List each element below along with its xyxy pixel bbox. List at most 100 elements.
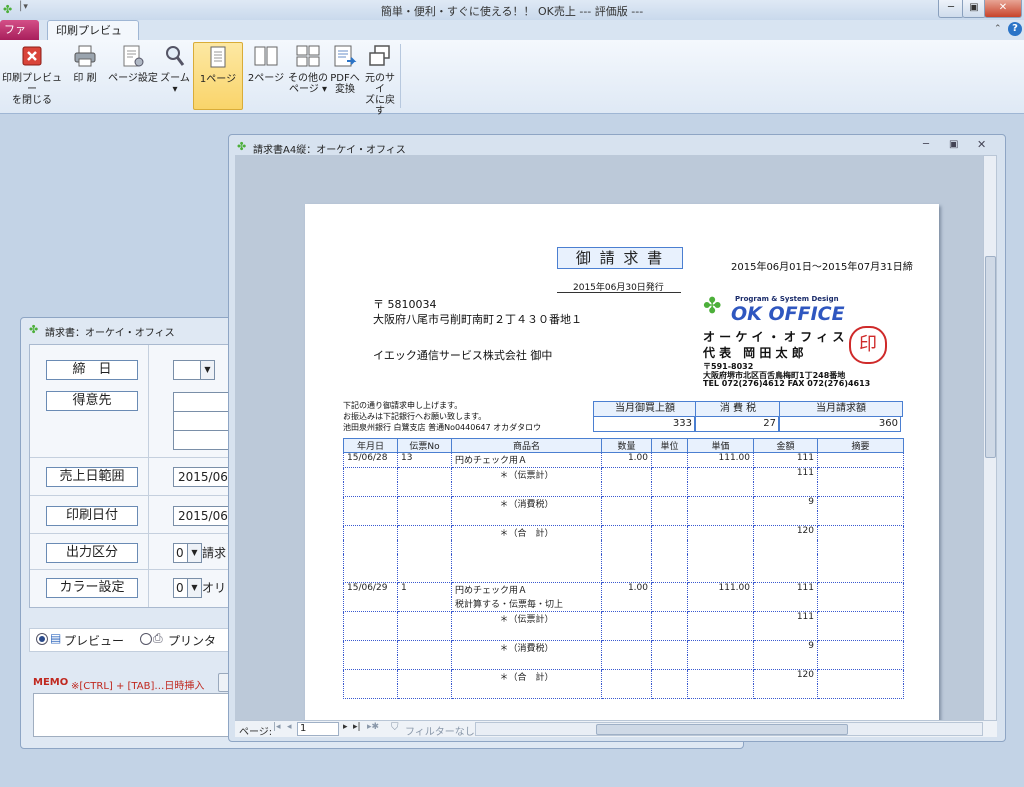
- tab-print-preview[interactable]: 印刷プレビュー: [47, 20, 139, 57]
- close-preview-label: 印刷プレビュー: [2, 73, 62, 95]
- cell-price: 111.00: [687, 582, 754, 597]
- collapse-ribbon-icon[interactable]: ⌃: [994, 24, 1002, 34]
- preview-minimize-icon[interactable]: ─: [923, 139, 929, 150]
- more-pages-icon: [296, 45, 320, 67]
- horizontal-scrollbar[interactable]: [475, 722, 983, 736]
- table-row: [343, 626, 904, 641]
- memo-label: MEMO: [33, 677, 69, 688]
- prev-page-icon[interactable]: ◂: [287, 722, 292, 732]
- cell-no: [397, 511, 452, 526]
- cell-qty: [601, 482, 652, 497]
- restore-size-label: 元のサイ: [365, 73, 395, 95]
- chevron-down-icon[interactable]: ▼: [187, 579, 201, 597]
- preview-window-title: 請求書A4縦：オーケイ・オフィス: [253, 145, 406, 156]
- tab-file[interactable]: ファイル: [0, 20, 39, 56]
- close-icon[interactable]: ✕: [984, 0, 1022, 18]
- page-setup-button[interactable]: ページ設定: [108, 42, 158, 108]
- cell-date: [343, 611, 398, 626]
- ribbon-tabs: ファイル 印刷プレビュー ⌃ ?: [0, 20, 1024, 57]
- company-tagline: Program & System Design: [735, 295, 839, 303]
- pdf-button[interactable]: PDFへ 変換: [330, 42, 360, 108]
- sales-range-input[interactable]: 2015/06/: [173, 467, 235, 487]
- maximize-icon[interactable]: ▣: [962, 0, 986, 18]
- first-page-icon[interactable]: |◂: [273, 722, 281, 732]
- cell-memo: [817, 568, 904, 583]
- recipient-address: 大阪府八尾市弓削町南町２丁４３０番地１: [373, 313, 582, 326]
- cell-item: ＊（合 計）: [451, 669, 602, 684]
- page-nav-label: ページ:: [239, 727, 273, 738]
- help-icon[interactable]: ?: [1008, 22, 1022, 36]
- cell-qty: [601, 611, 652, 626]
- vertical-scroll-thumb[interactable]: [985, 256, 996, 458]
- minimize-icon[interactable]: ─: [938, 0, 964, 18]
- radio-printer-label[interactable]: プリンタ: [168, 632, 216, 649]
- cell-unit: [651, 554, 688, 568]
- two-page-button[interactable]: 2ページ: [246, 42, 286, 108]
- form-divider: [148, 345, 149, 607]
- closing-day-label: 締 日: [46, 360, 138, 380]
- cell-memo: [817, 655, 904, 670]
- color-setting-label: カラー設定: [46, 578, 138, 598]
- preview-close-icon[interactable]: ✕: [977, 138, 986, 151]
- cell-item: [451, 482, 602, 497]
- cell-amount: [753, 626, 818, 641]
- form-row-divider: [30, 457, 230, 458]
- print-button[interactable]: 印 刷: [66, 42, 104, 108]
- closing-day-select[interactable]: ▼: [173, 360, 215, 380]
- radio-preview-label[interactable]: プレビュー: [64, 632, 124, 649]
- cell-unit: [651, 655, 688, 670]
- next-page-icon[interactable]: ▸: [343, 722, 348, 732]
- cell-amount: [753, 511, 818, 526]
- cell-date: [343, 511, 398, 526]
- cell-price: [687, 669, 754, 684]
- cell-item: [451, 540, 602, 554]
- filter-status[interactable]: フィルターなし: [405, 723, 475, 738]
- more-pages-button[interactable]: その他の ページ ▾: [288, 42, 328, 108]
- color-setting-select[interactable]: 0 ▼: [173, 578, 202, 598]
- preview-restore-icon[interactable]: ▣: [949, 139, 958, 150]
- cell-unit: [651, 467, 688, 482]
- summary-value-total: 360: [779, 416, 901, 432]
- pdf-icon: [334, 45, 357, 67]
- cell-date: 15/06/29: [343, 582, 398, 597]
- chevron-down-icon[interactable]: ▼: [187, 544, 201, 562]
- table-row: [343, 482, 904, 497]
- print-date-input[interactable]: 2015/06/: [173, 506, 235, 526]
- cell-unit: [651, 582, 688, 597]
- cell-amount: 120: [753, 669, 818, 684]
- zoom-button[interactable]: ズーム ▾: [160, 42, 190, 108]
- record-navigation-bar: ページ: |◂ ◂ 1 ▸ ▸| ▸✱ ⛉ フィルターなし: [235, 720, 997, 738]
- print-date-label: 印刷日付: [46, 506, 138, 526]
- close-preview-button[interactable]: 印刷プレビュー を閉じる: [2, 42, 62, 108]
- page-number-input[interactable]: 1: [297, 722, 339, 736]
- horizontal-scroll-thumb[interactable]: [596, 724, 848, 735]
- cell-qty: [601, 655, 652, 670]
- vertical-scrollbar[interactable]: [983, 155, 997, 720]
- cell-amount: 9: [753, 496, 818, 511]
- radio-preview[interactable]: [36, 633, 48, 645]
- cell-no: [397, 669, 452, 684]
- cell-date: [343, 482, 398, 497]
- cell-qty: [601, 540, 652, 554]
- pdf-label-2: 変換: [335, 84, 355, 95]
- cell-price: [687, 568, 754, 583]
- output-type-select[interactable]: 0 ▼: [173, 543, 202, 563]
- cell-memo: [817, 452, 904, 468]
- cell-price: [687, 655, 754, 670]
- form-window-title: 請求書：オーケイ・オフィス: [45, 328, 175, 339]
- last-page-icon[interactable]: ▸|: [353, 722, 361, 732]
- one-page-button[interactable]: 1ページ: [193, 42, 243, 110]
- col-price: 単価: [687, 438, 754, 453]
- chevron-down-icon[interactable]: ▼: [200, 361, 214, 379]
- form-row-divider-4: [30, 569, 230, 570]
- col-unit: 単位: [651, 438, 688, 453]
- col-item: 商品名: [451, 438, 602, 453]
- memo-textarea[interactable]: [33, 693, 235, 737]
- new-record-icon[interactable]: ▸✱: [367, 722, 379, 732]
- cell-item: ＊（消費税）: [451, 496, 602, 511]
- customer-label[interactable]: 得意先: [46, 391, 138, 411]
- restore-size-button[interactable]: 元のサイ ズに戻す: [362, 42, 398, 117]
- logo-clover-icon: ✤: [703, 294, 722, 319]
- radio-printer[interactable]: [140, 633, 152, 645]
- print-label: 印 刷: [73, 73, 97, 84]
